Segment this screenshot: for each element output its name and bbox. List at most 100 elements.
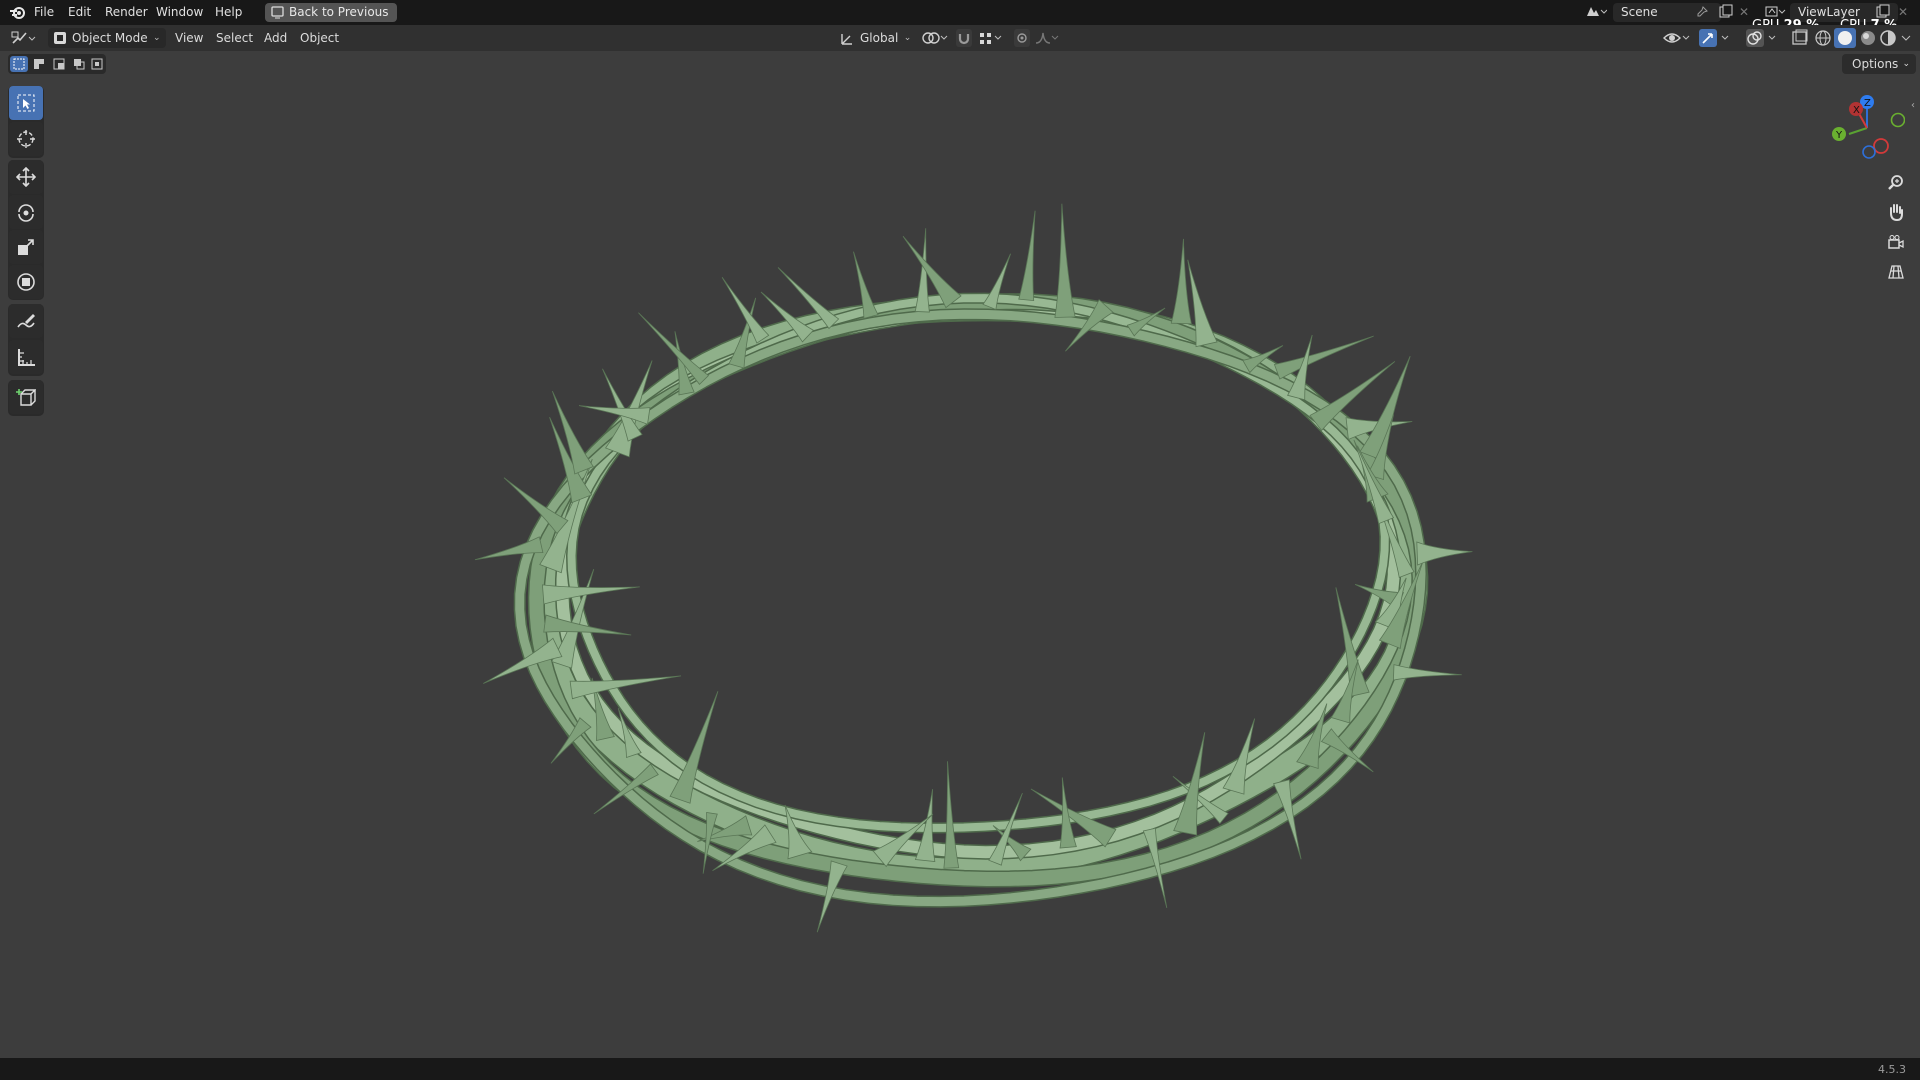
thorn-spike [593, 763, 659, 815]
tool-add-cube[interactable] [9, 380, 43, 414]
pivot-point-dropdown[interactable] [920, 28, 950, 48]
new-viewlayer-icon[interactable] [1875, 4, 1890, 19]
back-to-previous-button[interactable]: Back to Previous [265, 3, 397, 22]
tool-transform[interactable] [9, 265, 43, 299]
object-visibility-dropdown[interactable] [1662, 28, 1692, 48]
thorn-spike [1126, 307, 1166, 337]
options-label: Options [1852, 57, 1899, 71]
camera-view-button[interactable] [1882, 228, 1910, 256]
thorn-spike [982, 253, 1011, 311]
delete-scene-icon[interactable]: ✕ [1739, 5, 1749, 19]
editor-type-selector[interactable] [10, 28, 36, 48]
proportional-falloff-dropdown[interactable] [1034, 28, 1060, 48]
measure-icon [16, 347, 36, 367]
thorn-spike [579, 405, 651, 425]
thorn-spike [872, 813, 934, 868]
thorn-spike [569, 675, 682, 700]
tool-rotate[interactable] [9, 195, 43, 229]
select-extend-icon [33, 58, 45, 70]
tool-measure[interactable] [9, 340, 43, 374]
menu-object[interactable]: Object [294, 28, 345, 48]
tool-select-box[interactable] [9, 86, 43, 120]
viewport-3d [0, 51, 1920, 1058]
shading-options-dropdown[interactable] [1899, 28, 1913, 48]
tool-annotate[interactable] [9, 304, 43, 338]
hand-icon [1888, 203, 1904, 221]
vine-strand-shadow [565, 292, 1391, 834]
vine-strand [556, 301, 1400, 859]
menu-view[interactable]: View [169, 28, 209, 48]
select-difference-button[interactable] [70, 56, 88, 72]
navigation-gizmo[interactable]: Z X Y [1825, 90, 1905, 170]
thorn-spike [1335, 587, 1370, 697]
sidebar-toggle-arrow-icon[interactable]: ‹ [1911, 100, 1915, 111]
thorn-spike [721, 277, 770, 344]
thorn-spike [1030, 788, 1117, 848]
pan-view-button[interactable] [1882, 198, 1910, 226]
xray-icon [1790, 28, 1810, 48]
thorn-spike [1059, 777, 1077, 849]
zoom-view-button[interactable] [1882, 168, 1910, 196]
thorn-spike [697, 815, 753, 842]
thorn-spike [1366, 414, 1394, 480]
proportional-edit-icon [1013, 28, 1031, 48]
thorn-spike [1353, 439, 1395, 525]
toggle-perspective-button[interactable] [1882, 258, 1910, 286]
snap-target-dropdown[interactable] [977, 28, 1003, 48]
material-sphere-icon [1858, 28, 1878, 48]
shading-solid-button[interactable] [1834, 28, 1856, 48]
tool-move[interactable] [9, 160, 43, 194]
scene-browse-icon[interactable] [1585, 4, 1607, 20]
vine-strand [537, 297, 1422, 881]
select-extend-button[interactable] [30, 56, 48, 72]
delete-viewlayer-icon[interactable]: ✕ [1898, 5, 1908, 19]
new-scene-icon[interactable] [1718, 4, 1733, 19]
gizmo-toggle[interactable] [1698, 28, 1734, 48]
back-screen-icon [271, 6, 284, 19]
blender-logo-icon[interactable] [9, 4, 26, 21]
shading-wireframe-button[interactable] [1813, 28, 1833, 48]
select-new-button[interactable] [10, 56, 28, 72]
select-intersect-button[interactable] [88, 56, 106, 72]
falloff-curve-icon [1034, 28, 1060, 48]
pin-icon[interactable] [1696, 6, 1708, 18]
shading-rendered-button[interactable] [1878, 28, 1898, 48]
menu-select[interactable]: Select [210, 28, 259, 48]
thorn-spike [549, 417, 593, 504]
thorn-spike [760, 291, 815, 343]
thorn-spike [1222, 718, 1256, 795]
options-dropdown[interactable]: Options ⌄ [1842, 54, 1916, 74]
shading-material-button[interactable] [1858, 28, 1878, 48]
vine-strand-shadow [527, 293, 1429, 888]
select-subtract-button[interactable] [50, 56, 68, 72]
menu-render[interactable]: Render [99, 4, 154, 21]
chevron-down-icon [1899, 28, 1913, 48]
viewlayer-name-label: ViewLayer [1798, 5, 1860, 19]
thorn-spike [1054, 203, 1076, 318]
menu-edit[interactable]: Edit [62, 4, 97, 21]
transform-orientation-dropdown[interactable]: Global ⌄ [838, 28, 916, 48]
tool-scale[interactable] [9, 230, 43, 264]
menu-add[interactable]: Add [258, 28, 293, 48]
scale-icon [16, 237, 36, 257]
solid-sphere-icon [1834, 28, 1856, 48]
thorn-spike [503, 477, 569, 535]
thorn-spike [1273, 779, 1302, 860]
crown-of-thorns-mesh [474, 203, 1473, 933]
object-mode-dropdown[interactable]: Object Mode ⌄ [48, 28, 166, 48]
vine-strand [529, 294, 1427, 887]
menu-file[interactable]: File [28, 4, 60, 21]
select-box-icon [17, 94, 35, 112]
thorn-spike [943, 761, 960, 869]
chevron-down-icon: ⌄ [1902, 59, 1910, 69]
xray-toggle[interactable] [1790, 28, 1810, 48]
proportional-editing-toggle[interactable] [1013, 28, 1031, 48]
menu-help[interactable]: Help [209, 4, 248, 21]
snap-toggle[interactable] [955, 28, 973, 48]
rotate-icon [16, 202, 36, 222]
svg-text:X: X [1853, 105, 1860, 116]
grid-perspective-icon [1888, 264, 1904, 280]
menu-window[interactable]: Window [150, 4, 209, 21]
overlays-toggle[interactable] [1745, 28, 1781, 48]
tool-cursor[interactable] [9, 122, 43, 156]
